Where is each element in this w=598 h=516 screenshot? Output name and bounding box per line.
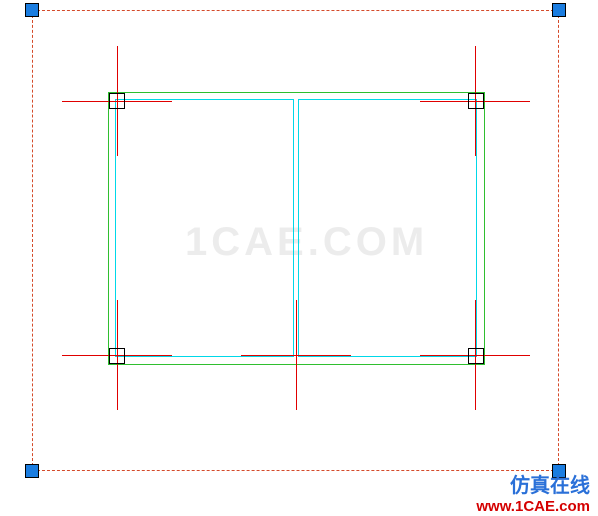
footer-zh-text: 仿真在线 [476,474,590,498]
footer-url-text: www.1CAE.com [476,498,590,516]
footer-credit: 仿真在线 www.1CAE.com [476,474,590,516]
cyan-panel-right [298,99,477,357]
handle-top-right[interactable] [552,3,566,17]
handle-top-left[interactable] [25,3,39,17]
corner-square [468,348,484,364]
handle-bottom-left[interactable] [25,464,39,478]
corner-square [468,93,484,109]
cyan-panel-left [115,99,294,357]
corner-square [109,348,125,364]
corner-square [109,93,125,109]
cad-canvas[interactable]: 1CAE.COM 仿真在线 www.1CAE.com [0,0,598,516]
red-cross-v [296,300,297,410]
